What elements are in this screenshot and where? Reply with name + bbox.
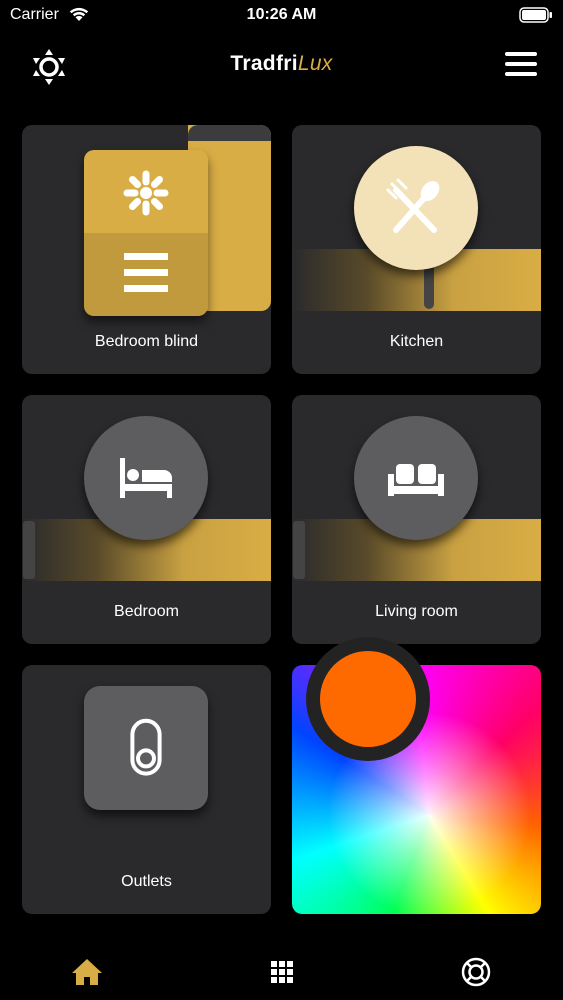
tab-home[interactable] xyxy=(67,952,107,992)
home-icon xyxy=(72,959,102,985)
tab-bar xyxy=(0,940,563,1000)
sofa-icon xyxy=(388,464,444,496)
clock: 10:26 AM xyxy=(246,6,317,23)
dimmer-handle[interactable] xyxy=(23,521,35,579)
tile-outlets[interactable]: Outlets xyxy=(22,665,271,914)
tile-label: Living room xyxy=(375,603,458,620)
tile-bedroom[interactable]: Bedroom xyxy=(22,395,271,644)
battery-icon xyxy=(519,7,552,23)
bedroom-toggle-button[interactable] xyxy=(84,416,208,540)
tab-grid[interactable] xyxy=(262,952,302,992)
blind-control[interactable] xyxy=(84,150,208,316)
selected-color-swatch[interactable] xyxy=(320,651,416,747)
app-title: TradfriLux xyxy=(0,52,563,76)
tile-label: Bedroom blind xyxy=(94,333,199,350)
fork-spoon-icon xyxy=(386,178,440,233)
tile-label: Outlets xyxy=(121,873,172,890)
status-bar: Carrier 10:26 AM xyxy=(0,0,563,32)
header: TradfriLux xyxy=(0,36,563,96)
outlets-toggle-button[interactable] xyxy=(84,686,208,810)
outlet-switch-icon xyxy=(130,718,162,776)
blind-close-button[interactable] xyxy=(84,233,208,316)
living-room-toggle-button[interactable] xyxy=(354,416,478,540)
menu-icon[interactable] xyxy=(505,52,537,76)
tile-living-room[interactable]: Living room xyxy=(292,395,541,644)
tile-kitchen[interactable]: Kitchen xyxy=(292,125,541,374)
tile-label: Bedroom xyxy=(114,603,179,620)
tab-support[interactable] xyxy=(456,952,496,992)
dimmer-handle[interactable] xyxy=(293,521,305,579)
bed-icon xyxy=(120,458,172,498)
blind-open-button[interactable] xyxy=(84,150,208,233)
app-title-accent: Lux xyxy=(297,52,333,75)
grid-icon xyxy=(271,961,293,983)
dimmer-handle[interactable] xyxy=(424,265,434,309)
app-title-main: Tradfri xyxy=(230,52,298,75)
blind-slats-icon xyxy=(124,253,168,292)
kitchen-toggle-button[interactable] xyxy=(354,146,478,270)
lifebuoy-icon xyxy=(461,957,491,987)
tile-label: Kitchen xyxy=(389,333,444,350)
blind-rail xyxy=(188,125,271,141)
tile-bedroom-blind[interactable]: Bedroom blind xyxy=(22,125,271,374)
sun-icon xyxy=(123,170,169,216)
color-picker-knob[interactable] xyxy=(306,637,430,761)
